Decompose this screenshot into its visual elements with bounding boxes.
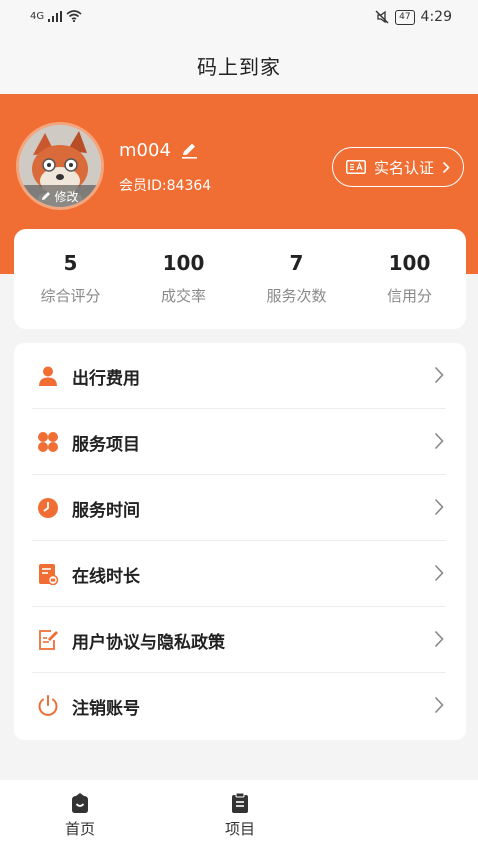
status-left: 4G (30, 10, 82, 22)
username: m004 (119, 140, 171, 161)
stat-value: 7 (289, 251, 304, 275)
menu-item-agreement-privacy[interactable]: 用户协议与隐私政策 (14, 607, 466, 673)
navigation-bar: 码上到家 (0, 36, 478, 94)
real-name-verify-button[interactable]: 实名认证 (332, 147, 464, 187)
id-card-icon (345, 160, 366, 174)
avatar-edit-button[interactable]: 修改 (19, 185, 101, 207)
edit-name-icon[interactable] (181, 142, 198, 159)
menu-label: 服务项目 (72, 434, 140, 455)
chevron-right-icon (442, 161, 450, 173)
pencil-icon (42, 192, 51, 200)
status-right: 47 4:29 (375, 9, 452, 25)
menu-label: 服务时间 (72, 500, 140, 521)
stat-value: 100 (388, 251, 431, 275)
chevron-right-icon (434, 498, 444, 516)
tab-label: 项目 (224, 820, 255, 838)
stat-label: 综合评分 (40, 287, 101, 305)
document-icon (36, 562, 60, 586)
menu-list: 出行费用 服务项目 服务时间 在线时长 用户协议与隐私政策 注销账号 (14, 343, 466, 740)
stat-value: 100 (162, 251, 205, 275)
tab-home[interactable]: 首页 (0, 780, 160, 850)
stats-card: 5 综合评分 100 成交率 7 服务次数 100 信用分 (14, 229, 466, 329)
menu-label: 在线时长 (72, 566, 140, 587)
bottom-tab-bar: 首页 项目 (0, 780, 478, 850)
edit-document-icon (36, 628, 60, 652)
stat-deal-rate: 100 成交率 (127, 229, 240, 329)
person-icon (36, 364, 60, 388)
home-bag-icon (72, 793, 88, 813)
chevron-right-icon (434, 432, 444, 450)
chevron-right-icon (434, 564, 444, 582)
stat-value: 5 (63, 251, 78, 275)
chevron-right-icon (434, 630, 444, 648)
chevron-right-icon (434, 696, 444, 714)
page-title: 码上到家 (197, 54, 281, 79)
status-time: 4:29 (420, 9, 452, 25)
stat-service-count: 7 服务次数 (240, 229, 353, 329)
verify-label: 实名认证 (373, 158, 434, 177)
signal-icon (48, 11, 63, 22)
chevron-right-icon (434, 366, 444, 384)
menu-label: 注销账号 (72, 698, 140, 719)
wifi-icon (66, 10, 82, 22)
mute-icon (375, 10, 389, 24)
stat-label: 成交率 (160, 287, 206, 305)
tab-projects[interactable]: 项目 (160, 780, 320, 850)
tab-label: 首页 (64, 820, 95, 838)
grid-icon (36, 430, 60, 454)
network-label: 4G (30, 11, 45, 22)
clock-icon (36, 496, 60, 520)
stat-label: 服务次数 (266, 287, 327, 305)
menu-item-travel-fee[interactable]: 出行费用 (14, 343, 466, 409)
menu-label: 用户协议与隐私政策 (72, 632, 225, 653)
member-id: 会员ID:84364 (119, 178, 212, 194)
menu-item-online-duration[interactable]: 在线时长 (14, 541, 466, 607)
menu-label: 出行费用 (72, 368, 140, 389)
menu-item-cancel-account[interactable]: 注销账号 (14, 673, 466, 739)
avatar[interactable]: 修改 (16, 122, 104, 210)
stat-overall-score: 5 综合评分 (14, 229, 127, 329)
stat-label: 信用分 (386, 287, 432, 305)
menu-item-service-time[interactable]: 服务时间 (14, 475, 466, 541)
avatar-edit-label: 修改 (54, 189, 79, 204)
menu-item-service-items[interactable]: 服务项目 (14, 409, 466, 475)
status-bar: 4G 47 4:29 (0, 0, 478, 36)
stat-credit-score: 100 信用分 (353, 229, 466, 329)
battery-indicator: 47 (395, 9, 415, 25)
username-row: m004 (119, 140, 198, 161)
power-icon (36, 694, 60, 718)
clipboard-icon (232, 792, 248, 813)
